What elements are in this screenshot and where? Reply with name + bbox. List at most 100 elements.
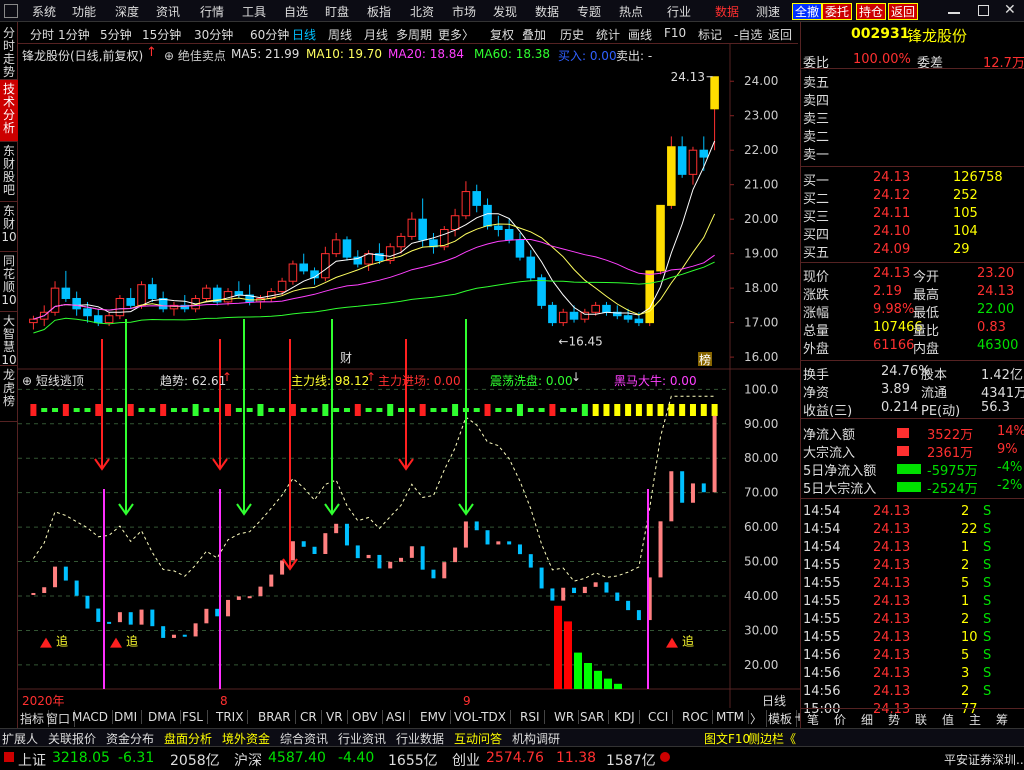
menu-item-8[interactable]: 板指 xyxy=(367,3,391,20)
indicator-tab-0[interactable]: 指标 xyxy=(20,710,50,727)
indicator-tab-6[interactable]: TRIX xyxy=(216,710,249,724)
period-5[interactable]: 60分钟 xyxy=(250,26,289,43)
alert-icon[interactable] xyxy=(660,752,670,762)
candle[interactable] xyxy=(515,239,525,258)
right-tab-1[interactable]: 价 xyxy=(834,711,846,728)
candle[interactable] xyxy=(407,218,417,237)
bottom-tab-8[interactable]: 互动问答 xyxy=(454,730,502,747)
candle[interactable] xyxy=(602,304,611,313)
period-7[interactable]: 周线 xyxy=(328,26,352,43)
menu-item-2[interactable]: 深度 xyxy=(115,3,139,20)
left-tab-4[interactable]: 同花顺10 xyxy=(0,252,18,312)
tool-3[interactable]: 统计 xyxy=(596,26,620,43)
bottom-tab-11[interactable]: 侧边栏《 xyxy=(748,730,796,747)
right-tab-2[interactable]: 细 xyxy=(861,711,873,728)
candle[interactable] xyxy=(645,270,655,324)
candle[interactable] xyxy=(299,263,309,272)
period-8[interactable]: 月线 xyxy=(364,26,388,43)
tool-2[interactable]: 历史 xyxy=(560,26,584,43)
candle[interactable] xyxy=(396,235,406,248)
bottom-tab-2[interactable]: 资金分布 xyxy=(106,730,154,747)
menu-item-10[interactable]: 市场 xyxy=(452,3,476,20)
menu-item-1[interactable]: 功能 xyxy=(72,3,96,20)
candle[interactable] xyxy=(72,297,81,310)
bottom-tab-4[interactable]: 境外资金 xyxy=(222,730,270,747)
indicator-tab-13[interactable]: VOL-TDX xyxy=(454,710,511,724)
left-tab-2[interactable]: 东财股吧 xyxy=(0,142,18,202)
menu-btn-1[interactable]: 委托 xyxy=(822,3,853,20)
right-tab-6[interactable]: 主 xyxy=(969,711,981,728)
candle[interactable] xyxy=(104,315,114,324)
indicator-tab-4[interactable]: DMA xyxy=(148,710,181,724)
left-tab-1[interactable]: 技术分析 xyxy=(0,80,18,142)
menu-btn-3[interactable]: 返回 xyxy=(888,3,919,20)
indicator-tab-3[interactable]: DMI xyxy=(114,710,143,724)
menu-item-6[interactable]: 自选 xyxy=(284,3,308,20)
candle[interactable] xyxy=(321,253,330,279)
right-tab-7[interactable]: 筹 xyxy=(996,711,1008,728)
indicator-tab-15[interactable]: WR xyxy=(554,710,580,724)
menu-item-16[interactable]: 数据 xyxy=(715,3,739,20)
indicator-tab-1[interactable]: 窗口 xyxy=(46,710,76,727)
candle[interactable] xyxy=(472,191,482,206)
candle[interactable] xyxy=(548,304,557,324)
candle[interactable] xyxy=(634,318,644,324)
candle[interactable] xyxy=(331,239,341,255)
candle[interactable] xyxy=(699,149,709,158)
candle[interactable] xyxy=(61,287,71,299)
indicator-tab-12[interactable]: EMV xyxy=(420,710,452,724)
tool-0[interactable]: 复权 xyxy=(490,26,514,43)
candle[interactable] xyxy=(450,215,460,231)
bottom-tab-10[interactable]: 图文F10 xyxy=(704,730,750,747)
menu-btn-0[interactable]: 全撤 xyxy=(792,3,823,20)
period-9[interactable]: 多周期 xyxy=(396,26,432,43)
menu-item-14[interactable]: 热点 xyxy=(619,3,643,20)
menu-item-7[interactable]: 盯盘 xyxy=(325,3,349,20)
indicator-tab-18[interactable]: CCI xyxy=(648,710,674,724)
left-tab-6[interactable]: 龙虎榜 xyxy=(0,366,18,422)
indicator-tab-8[interactable]: CR xyxy=(300,710,322,724)
menu-item-4[interactable]: 行情 xyxy=(200,3,224,20)
indicator-tab-19[interactable]: ROC xyxy=(682,710,714,724)
tool-7[interactable]: -自选 xyxy=(734,26,762,43)
menu-item-9[interactable]: 北资 xyxy=(410,3,434,20)
indicator-tab-7[interactable]: BRAR xyxy=(258,710,296,724)
period-1[interactable]: 1分钟 xyxy=(58,26,90,43)
period-0[interactable]: 分时 xyxy=(30,26,54,43)
period-2[interactable]: 5分钟 xyxy=(100,26,132,43)
candle[interactable] xyxy=(688,149,698,175)
candle[interactable] xyxy=(115,297,125,317)
indicator-tab-9[interactable]: VR xyxy=(326,710,348,724)
candle[interactable] xyxy=(569,311,579,320)
candle[interactable] xyxy=(623,315,633,320)
candle[interactable] xyxy=(494,225,503,231)
indicator-tab-11[interactable]: ASI xyxy=(386,710,411,724)
indicator-tab-17[interactable]: KDJ xyxy=(614,710,640,724)
tool-8[interactable]: 返回 xyxy=(768,26,792,43)
candle[interactable] xyxy=(202,287,211,299)
menu-item-11[interactable]: 发现 xyxy=(493,3,517,20)
bottom-tab-3[interactable]: 盘面分析 xyxy=(164,730,212,747)
candle[interactable] xyxy=(461,191,471,217)
candle[interactable] xyxy=(504,229,514,241)
candle[interactable] xyxy=(342,239,352,258)
bottom-tab-9[interactable]: 机构调研 xyxy=(512,730,560,747)
tool-6[interactable]: 标记 xyxy=(698,26,722,43)
candle[interactable] xyxy=(580,311,590,320)
candle[interactable] xyxy=(137,284,146,306)
indicator-tab-16[interactable]: SAR xyxy=(580,710,610,724)
menu-item-0[interactable]: 系统 xyxy=(32,3,56,20)
close-icon[interactable]: ✕ xyxy=(1004,2,1016,18)
candle[interactable] xyxy=(83,308,92,317)
candle[interactable] xyxy=(667,146,676,206)
candle[interactable] xyxy=(483,204,492,227)
right-tab-4[interactable]: 联 xyxy=(915,711,927,728)
bottom-tab-1[interactable]: 关联报价 xyxy=(48,730,96,747)
menu-item-12[interactable]: 数据 xyxy=(535,3,559,20)
candle[interactable] xyxy=(526,256,536,279)
candle[interactable] xyxy=(418,218,427,241)
candle[interactable] xyxy=(656,204,665,272)
app-logo-icon[interactable] xyxy=(4,4,18,18)
candle[interactable] xyxy=(93,315,103,324)
left-tab-5[interactable]: 大智慧10 xyxy=(0,312,18,367)
